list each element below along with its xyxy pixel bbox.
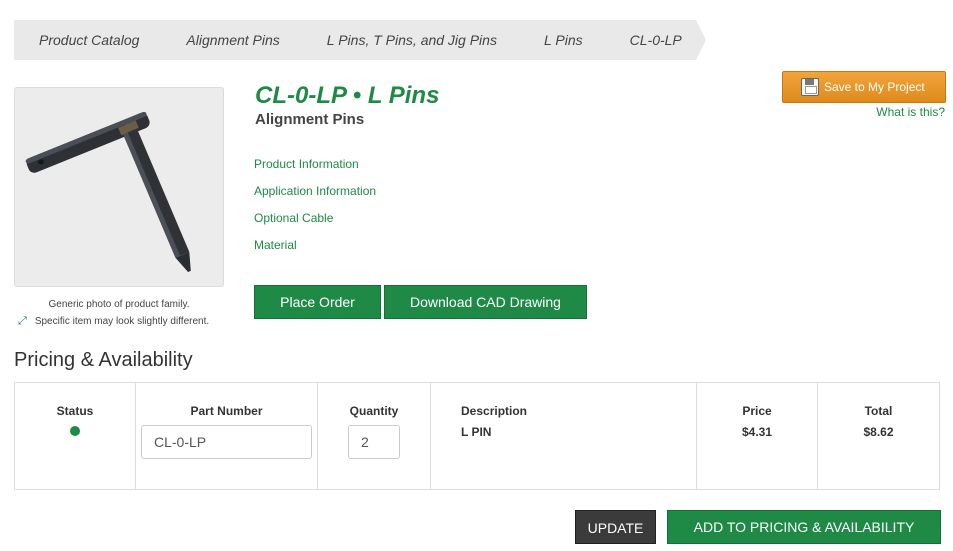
quantity-column: Quantity xyxy=(318,383,431,489)
caption-line-2-row: ⤢ Specific item may look slightly differe… xyxy=(14,313,224,330)
description-value: L PIN xyxy=(461,425,492,439)
status-header: Status xyxy=(56,404,94,418)
price-column: Price $4.31 xyxy=(697,383,818,489)
product-title: CL-0-LP • L Pins xyxy=(255,82,440,109)
link-optional-cable[interactable]: Optional Cable xyxy=(254,210,376,237)
total-column: Total $8.62 xyxy=(818,383,939,489)
update-button[interactable]: UPDATE xyxy=(575,510,656,544)
download-cad-button[interactable]: Download CAD Drawing xyxy=(384,285,587,319)
breadcrumb-l-pins[interactable]: L Pins xyxy=(511,20,607,60)
total-header: Total xyxy=(864,404,893,418)
description-column: Description L PIN xyxy=(431,383,697,489)
breadcrumb-alignment-pins[interactable]: Alignment Pins xyxy=(153,20,305,60)
photo-caption: Generic photo of product family. ⤢ Specif… xyxy=(14,297,224,330)
pricing-table: Status Part Number Quantity Description … xyxy=(14,382,940,490)
breadcrumb-l-t-jig-pins[interactable]: L Pins, T Pins, and Jig Pins xyxy=(293,20,522,60)
save-to-project-label: Save to My Project xyxy=(824,80,925,94)
save-to-project-button[interactable]: Save to My Project xyxy=(782,71,946,103)
product-links: Product Information Application Informat… xyxy=(254,156,376,264)
add-to-pricing-button[interactable]: ADD TO PRICING & AVAILABILITY xyxy=(667,510,941,544)
total-value: $8.62 xyxy=(863,425,894,439)
part-number-header: Part Number xyxy=(190,404,263,418)
link-application-information[interactable]: Application Information xyxy=(254,183,376,210)
quantity-input[interactable] xyxy=(348,425,400,459)
link-material[interactable]: Material xyxy=(254,237,376,264)
what-is-this-link[interactable]: What is this? xyxy=(876,105,945,119)
part-number-column: Part Number xyxy=(136,383,318,489)
floppy-disk-icon xyxy=(801,78,819,96)
breadcrumb: Product Catalog Alignment Pins L Pins, T… xyxy=(14,20,706,60)
quantity-header: Quantity xyxy=(349,404,399,418)
breadcrumb-current-item[interactable]: CL-0-LP xyxy=(596,20,706,60)
pricing-title: Pricing & Availability xyxy=(14,349,193,371)
place-order-button[interactable]: Place Order xyxy=(254,285,381,319)
caption-line-1: Generic photo of product family. xyxy=(48,299,190,310)
part-number-input[interactable] xyxy=(141,425,312,459)
product-subtitle: Alignment Pins xyxy=(255,111,365,128)
price-header: Price xyxy=(742,404,772,418)
link-product-information[interactable]: Product Information xyxy=(254,156,376,183)
caption-line-2: Specific item may look slightly differen… xyxy=(34,316,210,327)
product-photo[interactable] xyxy=(14,87,224,287)
expand-icon[interactable]: ⤢ xyxy=(18,313,27,329)
description-header: Description xyxy=(461,404,528,418)
price-value: $4.31 xyxy=(741,425,773,439)
status-column: Status xyxy=(15,383,136,489)
breadcrumb-product-catalog[interactable]: Product Catalog xyxy=(14,20,164,60)
l-pin-image xyxy=(25,111,191,272)
status-available-icon xyxy=(70,426,80,436)
